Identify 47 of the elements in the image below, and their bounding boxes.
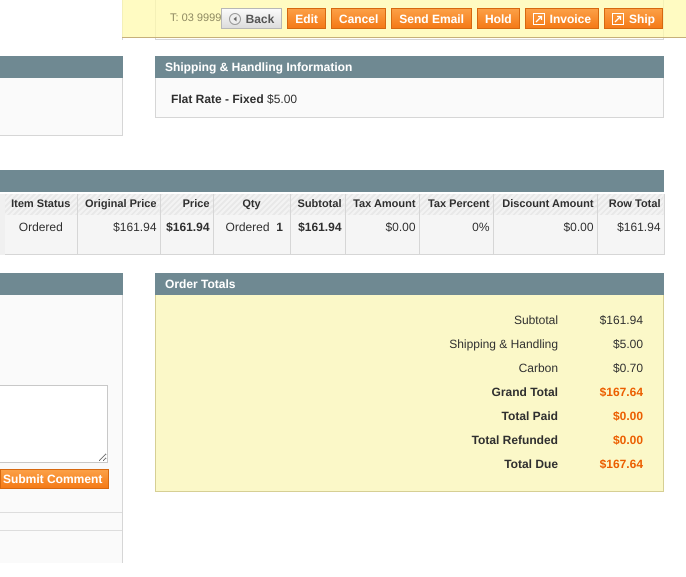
column-header: Item Status xyxy=(5,194,77,215)
table-cell: Ordered 1 xyxy=(213,215,290,254)
table-cell: $161.94 xyxy=(77,215,160,254)
section-header: Order Totals xyxy=(155,273,664,295)
table-cell: $161.94 xyxy=(597,215,664,254)
arrow-box-icon xyxy=(612,12,624,24)
arrow-box-icon xyxy=(532,12,545,24)
action-button[interactable]: Invoice xyxy=(524,8,599,29)
action-button[interactable]: Cancel xyxy=(330,8,386,29)
total-label: Total Paid xyxy=(502,408,558,425)
total-value: $0.00 xyxy=(612,432,643,449)
column-header: Original Price xyxy=(77,194,160,215)
action-button[interactable]: Hold xyxy=(476,8,520,29)
column-header: Price xyxy=(160,194,213,215)
column-header: Subtotal xyxy=(290,194,345,215)
total-label: Subtotal xyxy=(514,312,558,329)
total-label: Grand Total xyxy=(492,384,558,401)
table-cell: 0% xyxy=(419,215,493,254)
back-button[interactable]: Back xyxy=(220,8,282,29)
total-label: Total Due xyxy=(504,456,558,473)
phone-text: T: 03 9999 xyxy=(170,11,222,26)
column-header: Qty xyxy=(213,194,290,215)
total-label: Shipping & Handling xyxy=(449,336,558,353)
total-value: $0.70 xyxy=(612,360,643,377)
shipping-method-text: Flat Rate - Fixed $5.00 xyxy=(171,92,298,106)
table-cell: $0.00 xyxy=(493,215,597,254)
section-header: Shipping & Handling Information xyxy=(155,56,664,78)
table-cell: $0.00 xyxy=(345,215,419,254)
action-button[interactable]: Edit xyxy=(287,8,326,29)
total-value: $5.00 xyxy=(612,336,643,353)
comment-field[interactable] xyxy=(0,385,108,463)
table-cell: $161.94 xyxy=(290,215,345,254)
column-header: Tax Percent xyxy=(419,194,493,215)
table-cell: Ordered xyxy=(5,215,77,254)
submit-comment-button[interactable]: Submit Comment xyxy=(0,469,110,489)
column-header: Tax Amount xyxy=(345,194,419,215)
table-cell: $161.94 xyxy=(160,215,213,254)
column-header: Row Total xyxy=(597,194,664,215)
column-header: Discount Amount xyxy=(493,194,597,215)
total-value: $167.64 xyxy=(598,456,643,473)
total-value: $167.64 xyxy=(598,384,643,401)
total-value: $161.94 xyxy=(598,312,643,329)
total-label: Carbon xyxy=(518,360,558,377)
action-button[interactable]: Send Email xyxy=(391,8,472,29)
action-button[interactable]: Ship xyxy=(604,8,663,29)
total-label: Total Refunded xyxy=(472,432,558,449)
total-value: $0.00 xyxy=(612,408,643,425)
